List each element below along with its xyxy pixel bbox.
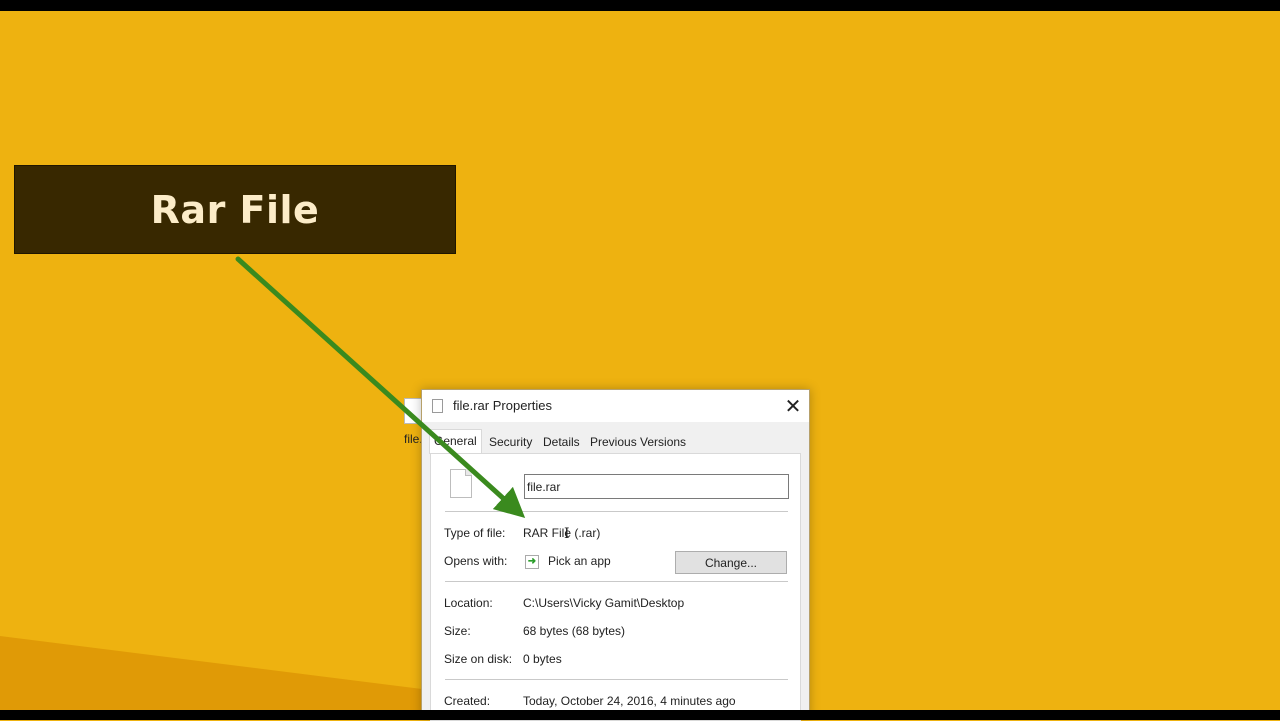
tab-general[interactable]: General (429, 429, 482, 454)
created-label: Created: (444, 694, 491, 708)
close-icon: ✕ (784, 394, 802, 418)
opens-with-label: Opens with: (444, 554, 508, 568)
properties-dialog: file.rar Properties ✕ General Security D… (421, 389, 810, 721)
created-value: Today, October 24, 2016, 4 minutes ago (523, 694, 736, 708)
divider (445, 679, 788, 680)
rar-file-callout: Rar File (14, 165, 456, 254)
tab-previous-versions[interactable]: Previous Versions (586, 432, 690, 452)
location-label: Location: (444, 596, 493, 610)
file-type-icon (450, 469, 472, 498)
pick-app-icon: ➜ (525, 555, 539, 569)
file-name-field[interactable] (524, 474, 789, 499)
bottom-letterbox (0, 710, 1280, 720)
size-on-disk-value: 0 bytes (523, 652, 562, 666)
desktop-file-label[interactable]: file.rar (404, 432, 422, 446)
location-value: C:\Users\Vicky Gamit\Desktop (523, 596, 685, 610)
type-of-file-label: Type of file: (444, 526, 506, 540)
type-of-file-value: RAR File (.rar) (523, 526, 601, 540)
text-cursor-icon: I (564, 526, 570, 542)
dialog-title: file.rar Properties (453, 398, 552, 413)
tab-security[interactable]: Security (485, 432, 536, 452)
opens-with-value: Pick an app (548, 554, 611, 568)
dialog-titlebar[interactable]: file.rar Properties ✕ (422, 390, 809, 422)
divider (445, 581, 788, 582)
general-tab-panel: Type of file: RAR File (.rar) Opens with… (430, 453, 801, 721)
size-value: 68 bytes (68 bytes) (523, 624, 626, 638)
tab-details[interactable]: Details (539, 432, 584, 452)
size-on-disk-label: Size on disk: (444, 652, 513, 666)
divider (445, 511, 788, 512)
close-button[interactable]: ✕ (777, 390, 809, 422)
callout-text: Rar File (150, 187, 320, 232)
change-button[interactable]: Change... (675, 551, 787, 574)
file-icon (432, 399, 443, 413)
size-label: Size: (444, 624, 471, 638)
